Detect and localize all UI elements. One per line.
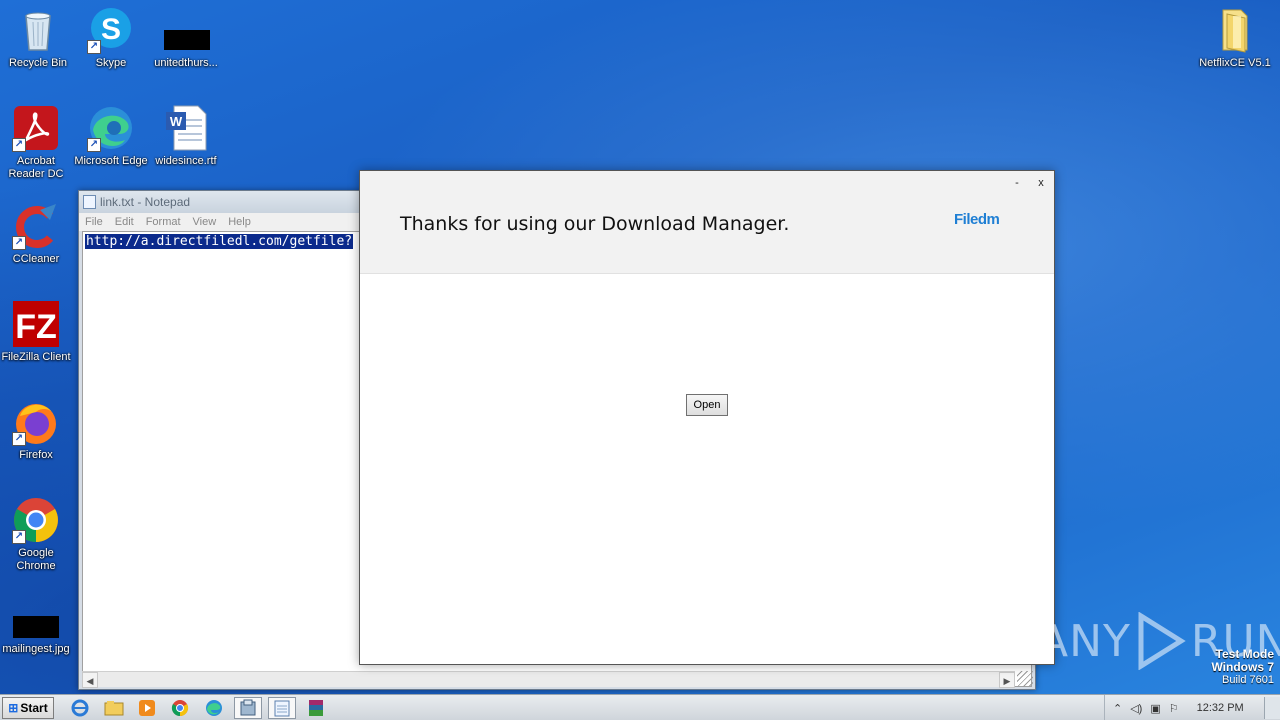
desktop-icon-filezilla[interactable]: FZ FileZilla Client [0,300,74,364]
desktop-icon-label: NetflixCE V5.1 [1199,57,1271,69]
play-icon [1138,612,1186,670]
notepad-icon [274,700,290,717]
edge-icon [206,700,222,716]
shortcut-arrow-icon: ↗ [12,432,26,446]
taskbar-winrar[interactable] [302,697,330,719]
redacted-file-icon [162,6,210,54]
desktop-icon-label: Recycle Bin [8,57,68,69]
menu-view[interactable]: View [187,216,223,228]
desktop-icon-chrome[interactable]: ↗ Google Chrome [0,496,74,573]
watermark-left: ANY [1038,615,1131,667]
tray-expand-icon[interactable]: ⌃ [1113,702,1122,715]
chrome-icon: ↗ [12,496,60,544]
desktop-icon-label: FileZilla Client [1,351,71,363]
open-button[interactable]: Open [686,394,728,416]
ccleaner-icon: ↗ [12,202,60,250]
taskbar-edge[interactable] [200,697,228,719]
test-mode-line3: Build 7601 [1222,674,1274,686]
system-tray: ⌃ ◁) ▣ ⚐ 12:32 PM [1104,695,1280,720]
desktop-icon-firefox[interactable]: ↗ Firefox [0,398,74,462]
menu-help[interactable]: Help [222,216,257,228]
desktop-icon-widesince[interactable]: W widesince.rtf [148,104,224,168]
winrar-icon [309,700,323,716]
minimize-button[interactable]: - [1010,177,1024,189]
installer-icon [240,699,256,716]
start-label: Start [20,701,48,715]
filezilla-icon: FZ [12,300,60,348]
desktop-icon-label: unitedthurs... [154,57,218,69]
menu-edit[interactable]: Edit [109,216,140,228]
explorer-icon [104,701,124,716]
desktop-icon-label: Google Chrome [16,547,56,572]
firefox-icon: ↗ [12,398,60,446]
desktop-icon-label: Microsoft Edge [74,155,148,167]
selected-url-text[interactable]: http://a.directfiledl.com/getfile? [85,234,354,249]
desktop-icon-ccleaner[interactable]: ↗ CCleaner [0,202,74,266]
volume-icon[interactable]: ◁) [1130,702,1142,715]
shortcut-arrow-icon: ↗ [12,236,26,250]
acrobat-icon: ↗ [12,104,60,152]
windows-flag-icon: ⊞ [8,701,19,715]
ie-icon [71,699,89,717]
resize-grip-icon[interactable] [1017,671,1033,687]
taskbar-media-player[interactable] [133,697,161,719]
redacted-file-icon [12,604,60,640]
folder-icon [1211,6,1259,54]
notepad-title: link.txt - Notepad [100,195,191,209]
desktop-icon-label: widesince.rtf [155,155,217,167]
desktop-icon-label: mailingest.jpg [2,643,70,655]
menu-file[interactable]: File [79,216,109,228]
desktop-icon-acrobat[interactable]: ↗ Acrobat Reader DC [0,104,74,181]
desktop-icon-label: CCleaner [12,253,60,265]
shortcut-arrow-icon: ↗ [12,138,26,152]
taskbar: ⊞ Start ⌃ ◁) ▣ ⚐ 12:32 PM [0,694,1280,720]
taskbar-chrome[interactable] [166,697,194,719]
test-mode-line2: Windows 7 [1211,660,1274,674]
menu-format[interactable]: Format [140,216,187,228]
network-icon[interactable]: ▣ [1150,702,1160,715]
start-button[interactable]: ⊞ Start [2,697,54,719]
horizontal-scrollbar[interactable]: ◀ ▶ [82,671,1015,688]
dialog-message: Thanks for using our Download Manager. [400,213,790,235]
desktop-icon-label: Firefox [19,449,53,461]
desktop-icon-netflixce[interactable]: NetflixCE V5.1 [1197,6,1273,70]
scroll-left-icon[interactable]: ◀ [82,672,98,688]
taskbar-installer[interactable] [234,697,262,719]
notepad-icon [83,195,96,209]
word-document-icon: W [162,104,210,152]
media-player-icon [139,700,155,716]
desktop-icon-label: Acrobat Reader DC [8,155,64,180]
chrome-icon [171,700,189,717]
desktop-icon-skype[interactable]: S ↗ Skype [73,6,149,70]
clock[interactable]: 12:32 PM [1197,702,1244,714]
filedm-logo: Filedm [954,211,1000,228]
desktop-icon-recycle-bin[interactable]: Recycle Bin [0,6,76,70]
recycle-bin-icon [14,6,62,54]
download-manager-dialog[interactable]: Thanks for using our Download Manager. F… [359,170,1055,665]
test-mode-notice: Test Mode Windows 7 Build 7601 [1211,648,1274,687]
desktop-icon-unitedthurs[interactable]: unitedthurs... [148,6,224,70]
show-desktop-button[interactable] [1264,697,1280,719]
dialog-header: Thanks for using our Download Manager. F… [360,171,1054,274]
shortcut-arrow-icon: ↗ [87,138,101,152]
close-button[interactable]: x [1034,177,1048,189]
action-center-flag-icon[interactable]: ⚐ [1169,702,1179,715]
svg-text:S: S [101,13,121,46]
svg-text:FZ: FZ [15,308,57,346]
skype-icon: S ↗ [87,6,135,54]
svg-text:W: W [170,114,183,129]
taskbar-notepad[interactable] [268,697,296,719]
edge-icon: ↗ [87,104,135,152]
taskbar-explorer[interactable] [100,697,128,719]
scroll-right-icon[interactable]: ▶ [999,672,1015,688]
desktop-icon-edge[interactable]: ↗ Microsoft Edge [73,104,149,168]
shortcut-arrow-icon: ↗ [12,530,26,544]
taskbar-ie[interactable] [66,697,94,719]
desktop-icon-mailingest[interactable]: mailingest.jpg [0,604,74,656]
shortcut-arrow-icon: ↗ [87,40,101,54]
desktop-icon-label: Skype [95,57,127,69]
